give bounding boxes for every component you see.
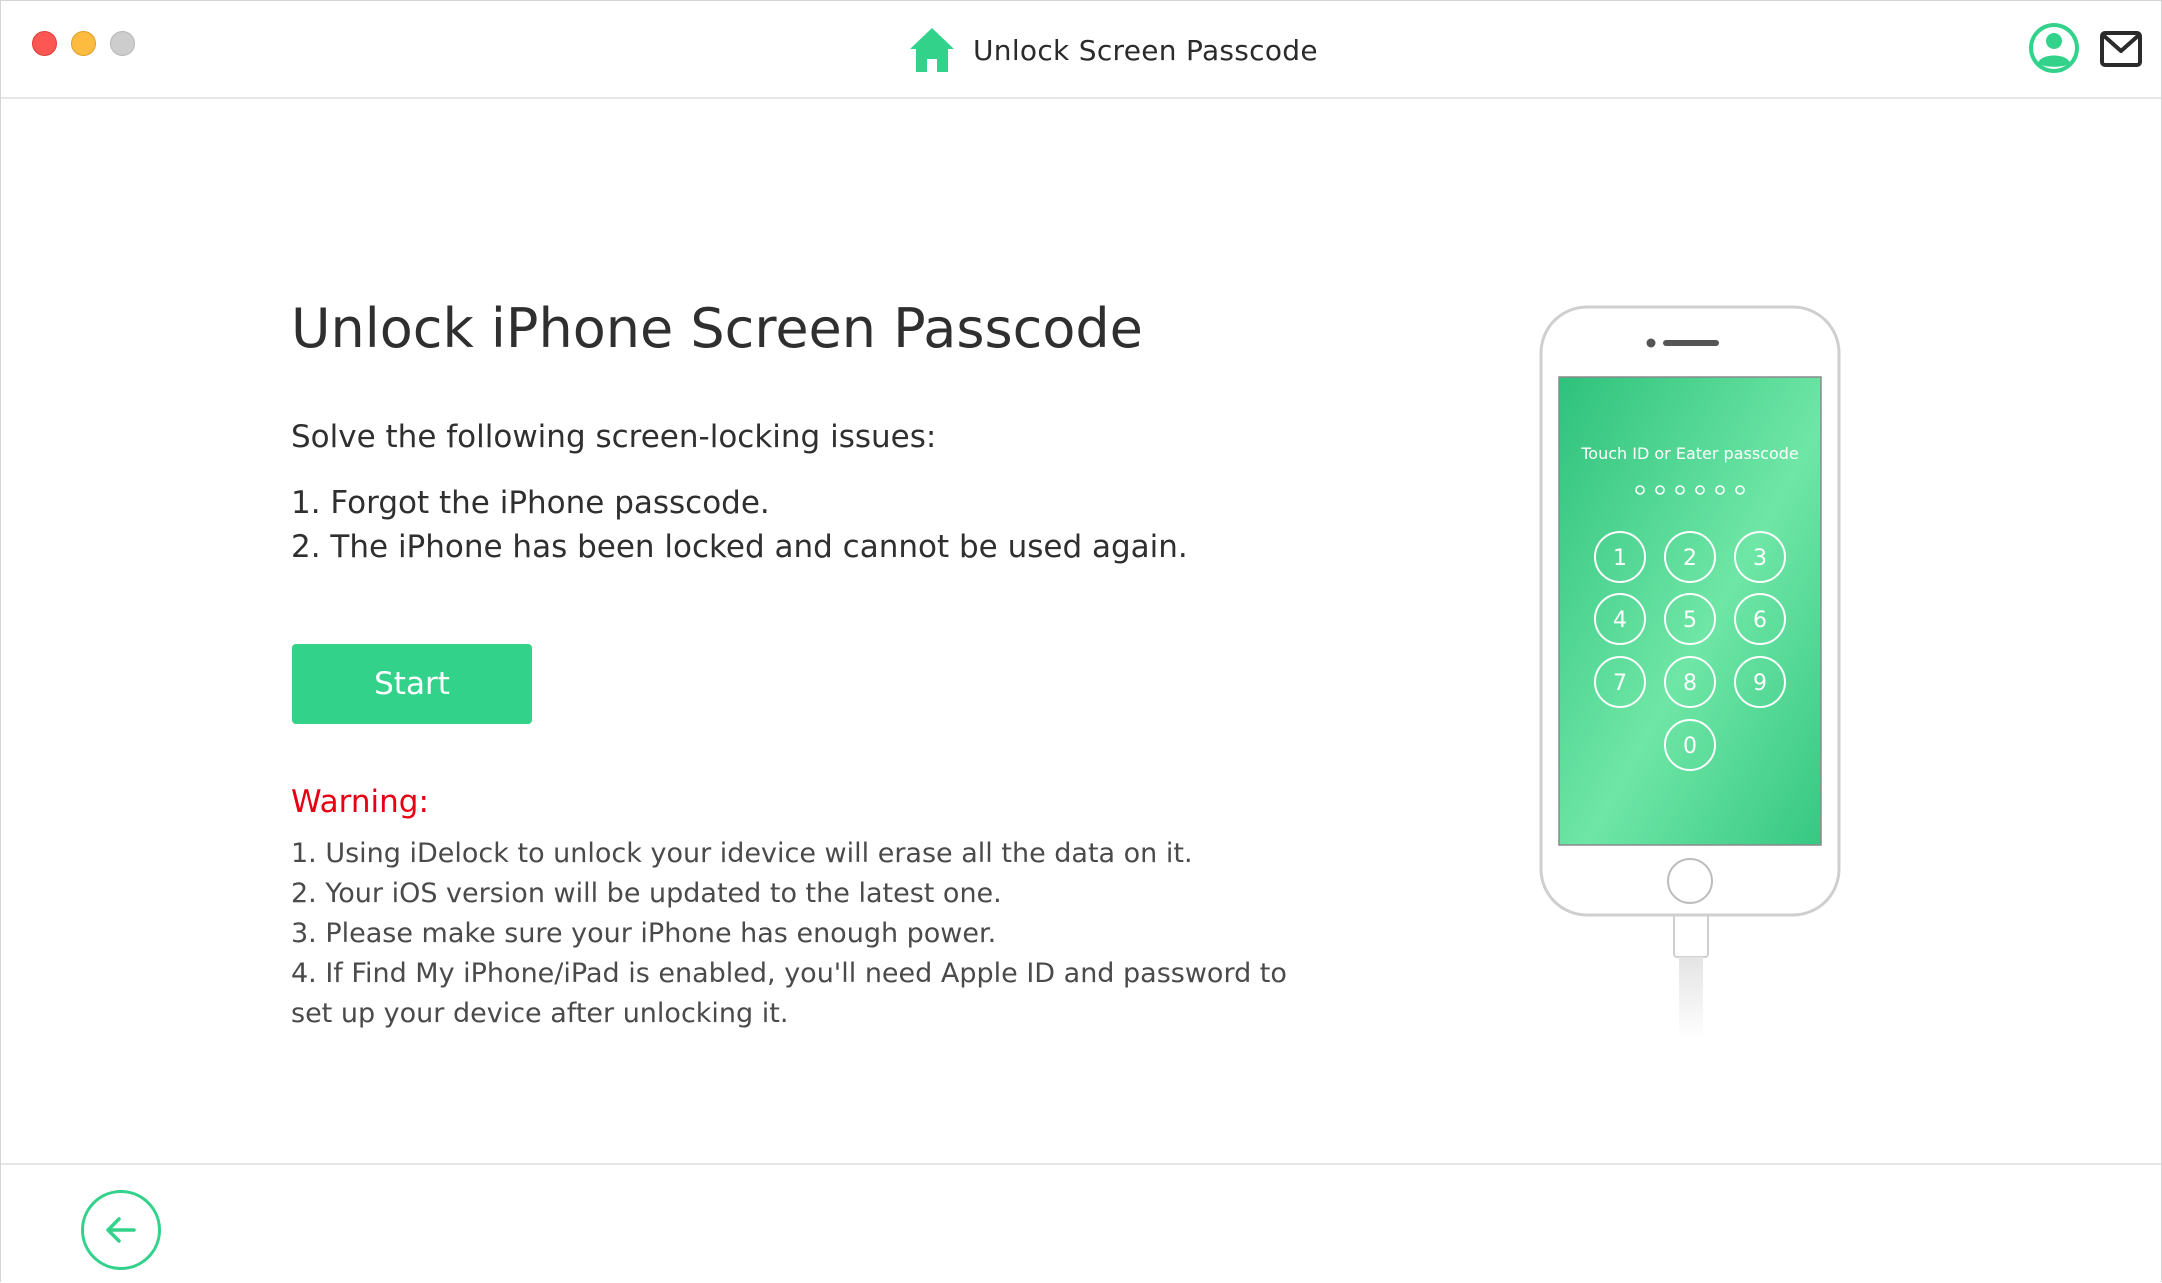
charging-cable (1679, 957, 1703, 1039)
minimize-window-button[interactable] (71, 31, 96, 56)
keypad-key: 7 (1613, 671, 1627, 696)
iphone-illustration: Touch ID or Eater passcode 1 2 3 4 5 6 7… (1539, 305, 1841, 1039)
back-arrow-icon (106, 1217, 136, 1243)
keypad-key: 2 (1683, 546, 1697, 571)
warning-item: 4. If Find My iPhone/iPad is enabled, yo… (291, 958, 1287, 1029)
issue-item: 2. The iPhone has been locked and cannot… (291, 529, 1188, 565)
warning-item: 1. Using iDelock to unlock your idevice … (291, 838, 1193, 869)
passcode-prompt: Touch ID or Eater passcode (1580, 444, 1799, 463)
home-icon[interactable] (907, 25, 957, 75)
keypad-key: 9 (1753, 671, 1767, 696)
start-button[interactable]: Start (292, 644, 532, 724)
keypad-key: 0 (1683, 734, 1697, 759)
warning-title: Warning: (291, 784, 429, 820)
warning-item: 3. Please make sure your iPhone has enou… (291, 918, 997, 949)
footer-bar (1, 1163, 2161, 1283)
app-window: Unlock Screen Passcode Unlock iPhone Scr… (0, 0, 2162, 1283)
keypad-key: 8 (1683, 671, 1697, 696)
mail-icon[interactable] (2099, 29, 2143, 69)
title-bar: Unlock Screen Passcode (1, 1, 2161, 99)
issue-item: 1. Forgot the iPhone passcode. (291, 485, 770, 521)
account-icon[interactable] (2027, 21, 2081, 75)
earpiece (1663, 340, 1719, 346)
keypad-key: 4 (1613, 608, 1627, 633)
issues-list: 1. Forgot the iPhone passcode. 2. The iP… (291, 481, 1188, 569)
keypad-key: 5 (1683, 608, 1697, 633)
warning-item: 2. Your iOS version will be updated to t… (291, 878, 1002, 909)
home-button (1667, 858, 1713, 904)
issues-intro: Solve the following screen-locking issue… (291, 419, 937, 455)
keypad-key: 6 (1753, 608, 1767, 633)
keypad-key: 3 (1753, 546, 1767, 571)
zoom-window-button[interactable] (110, 31, 135, 56)
close-window-button[interactable] (32, 31, 57, 56)
title-group: Unlock Screen Passcode (907, 23, 1318, 77)
page-title: Unlock iPhone Screen Passcode (291, 297, 1143, 360)
front-camera (1646, 338, 1656, 348)
warning-list: 1. Using iDelock to unlock your idevice … (291, 834, 1311, 1034)
window-title: Unlock Screen Passcode (973, 33, 1318, 67)
lightning-connector (1673, 912, 1709, 958)
keypad-key: 1 (1613, 546, 1627, 571)
back-button[interactable] (81, 1190, 161, 1270)
